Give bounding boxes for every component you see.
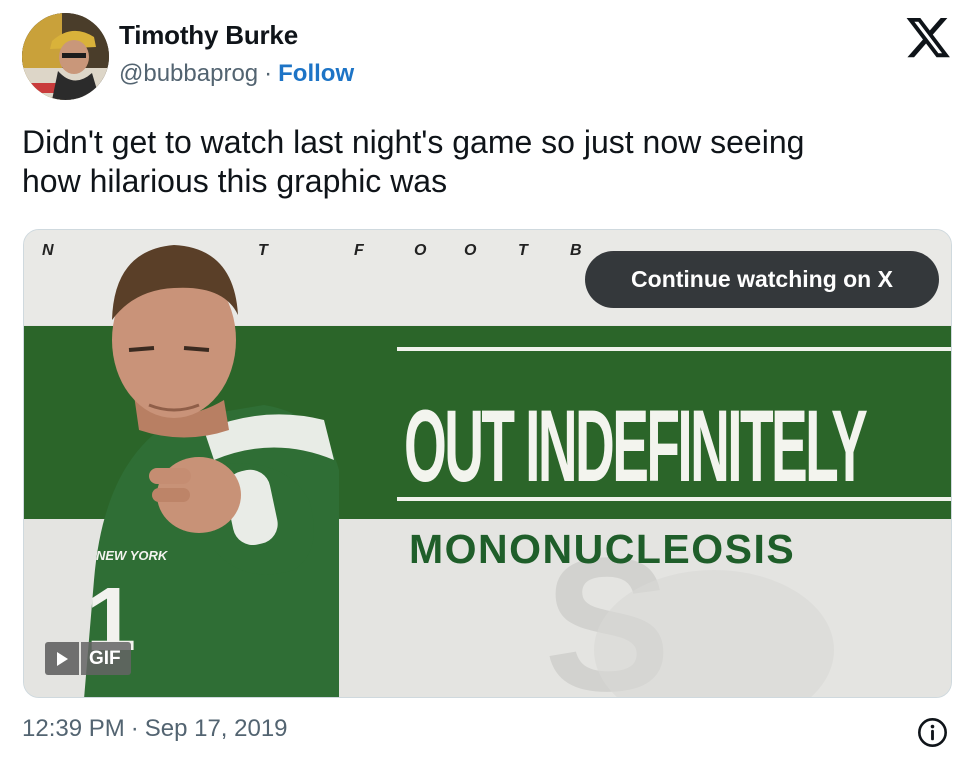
x-logo-icon[interactable] xyxy=(905,17,952,62)
top-letter: T xyxy=(518,242,528,259)
gif-badge[interactable]: GIF xyxy=(45,642,131,675)
info-icon[interactable] xyxy=(917,717,948,748)
gif-label: GIF xyxy=(81,642,131,675)
media-gif[interactable]: S 1 NEW YORK N T F O O T B OUT INDEFINIT… xyxy=(23,229,952,698)
top-letter: N xyxy=(42,242,54,259)
headline-wrap: OUT INDEFINITELY xyxy=(404,362,951,500)
headline-text: OUT INDEFINITELY xyxy=(404,388,868,500)
continue-watching-button[interactable]: Continue watching on X xyxy=(585,251,939,308)
avatar-image xyxy=(22,13,109,100)
top-letter: F xyxy=(354,242,364,259)
tweet-text: Didn't get to watch last night's game so… xyxy=(22,124,805,199)
jersey-text: NEW YORK xyxy=(96,548,169,563)
avatar[interactable] xyxy=(22,13,109,100)
tweet-date: Sep 17, 2019 xyxy=(144,715,288,742)
top-letter: O xyxy=(414,242,427,259)
subhead-text: MONONUCLEOSIS xyxy=(409,526,796,572)
top-letter: T xyxy=(258,242,268,259)
top-letter: O xyxy=(464,242,477,259)
top-letter: B xyxy=(570,242,582,259)
author-handle-row: @bubbaprog · Follow xyxy=(119,60,354,88)
handle-separator: · xyxy=(264,60,273,87)
tweet-timestamp[interactable]: 12:39 PM · Sep 17, 2019 xyxy=(22,715,288,743)
author-name[interactable]: Timothy Burke xyxy=(119,20,298,51)
author-handle[interactable]: @bubbaprog xyxy=(119,60,258,87)
timestamp-separator: · xyxy=(130,715,139,742)
tweet-time: 12:39 PM xyxy=(22,715,125,742)
follow-button[interactable]: Follow xyxy=(278,60,354,87)
play-icon[interactable] xyxy=(45,642,79,675)
